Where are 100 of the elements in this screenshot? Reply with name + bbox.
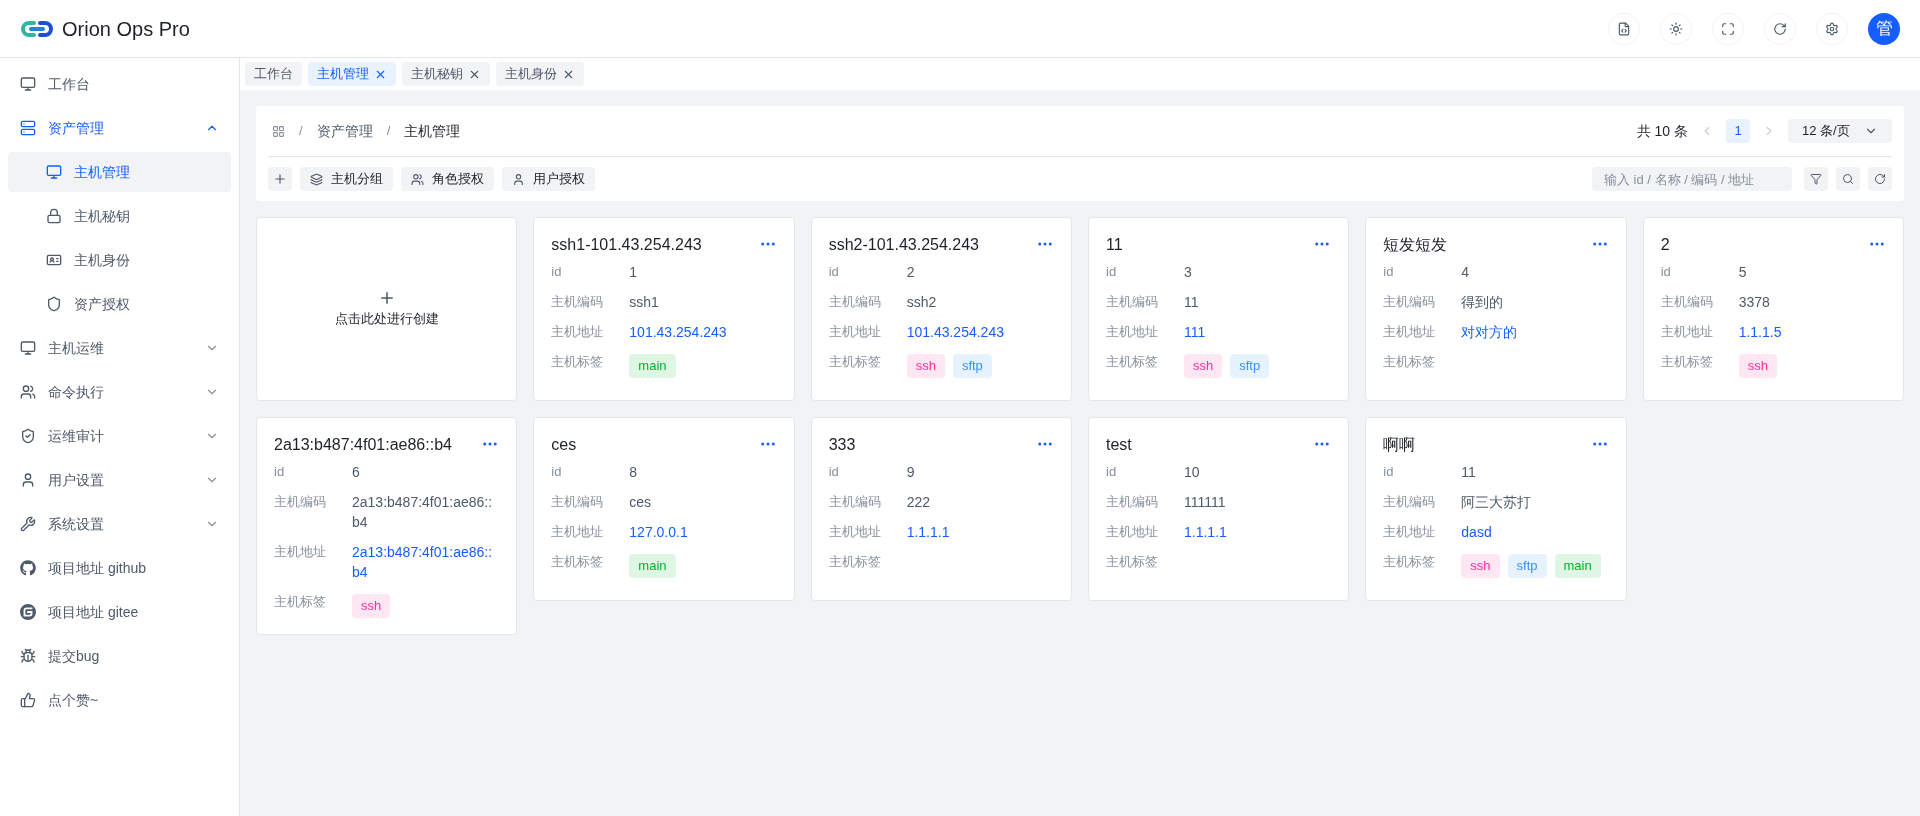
- field-value: 阿三大苏打: [1461, 493, 1532, 512]
- address-link[interactable]: 1.1.1.1: [1184, 522, 1227, 542]
- layers-icon: [310, 172, 323, 186]
- search-field[interactable]: 输入 id / 名称 / 编码 / 地址: [1592, 167, 1792, 191]
- field-label: id: [551, 463, 563, 481]
- field-label: 主机标签: [551, 353, 605, 371]
- field-label: 主机编码: [1660, 293, 1714, 311]
- toolbar-button[interactable]: 主机分组: [300, 167, 393, 191]
- page-tab[interactable]: 主机秘钥: [402, 62, 490, 86]
- field-label: 主机地址: [274, 543, 327, 561]
- field-label: id: [274, 463, 286, 481]
- filter-button[interactable]: [1804, 167, 1828, 191]
- address-link[interactable]: 101.43.254.243: [629, 322, 727, 342]
- breadcrumb-item[interactable]: 资产管理: [316, 120, 373, 142]
- tag: main: [629, 354, 676, 378]
- tag: ssh: [352, 594, 391, 618]
- field-label: 主机标签: [274, 593, 327, 611]
- field-value: 8: [629, 463, 638, 482]
- field-value: 2: [906, 263, 915, 282]
- sidebar-item[interactable]: 工作台: [8, 64, 231, 104]
- field-label: 主机地址: [1106, 523, 1159, 541]
- page-size-select[interactable]: 12 条/页: [1788, 119, 1892, 143]
- field-label: 主机标签: [828, 553, 882, 571]
- sidebar-item[interactable]: 系统设置: [8, 504, 231, 544]
- field-value: 2a13:b487:4f01:ae86::b4: [352, 493, 494, 532]
- monitor-icon: [20, 76, 36, 92]
- sidebar-item[interactable]: 主机运维: [8, 328, 231, 368]
- tag: sftp: [1507, 554, 1547, 578]
- card-title: ssh1-101.43.254.243: [551, 235, 702, 255]
- address-link[interactable]: 1.1.1.5: [1738, 322, 1782, 342]
- total-count: 共 10 条: [1636, 121, 1688, 141]
- field-value: ssh2: [906, 293, 937, 312]
- page-number[interactable]: 1: [1726, 119, 1750, 143]
- field-label: 主机地址: [551, 523, 605, 541]
- thumbs-up-icon: [20, 692, 36, 708]
- address-link[interactable]: 101.43.254.243: [906, 322, 1004, 342]
- server-icon: [20, 120, 36, 136]
- wrench-icon: [20, 516, 36, 532]
- sidebar-item[interactable]: 资产授权: [8, 284, 231, 324]
- field-label: 主机编码: [828, 293, 882, 311]
- field-label: 主机编码: [551, 493, 605, 511]
- sidebar-item[interactable]: 主机身份: [8, 240, 231, 280]
- people-icon: [20, 384, 36, 400]
- toolbar-button[interactable]: 角色授权: [401, 167, 494, 191]
- field-value: 3378: [1738, 293, 1770, 312]
- create-card[interactable]: 点击此处进行创建: [256, 217, 518, 401]
- shield-icon: [46, 296, 62, 312]
- field-label: 主机标签: [1383, 353, 1437, 371]
- sidebar-item[interactable]: 命令执行: [8, 372, 231, 412]
- page-tab[interactable]: 主机身份: [496, 62, 584, 86]
- sidebar-item[interactable]: 项目地址 github: [8, 548, 231, 588]
- field-label: id: [551, 263, 563, 281]
- field-value: 6: [352, 463, 360, 482]
- field-value: 4: [1461, 263, 1470, 282]
- card-title: 11: [1106, 235, 1123, 255]
- sidebar-item[interactable]: 运维审计: [8, 416, 231, 456]
- toolbar-button[interactable]: 用户授权: [502, 167, 595, 191]
- address-link[interactable]: 127.0.0.1: [629, 522, 688, 542]
- card-title: ces: [551, 435, 577, 455]
- address-link[interactable]: 对对方的: [1461, 322, 1518, 342]
- github-icon: [20, 560, 36, 576]
- address-link[interactable]: 2a13:b487:4f01:ae86::b4: [352, 542, 500, 582]
- sidebar-item[interactable]: 点个赞~: [8, 680, 231, 720]
- field-value: 3: [1184, 263, 1192, 282]
- address-link[interactable]: dasd: [1461, 522, 1492, 542]
- field-value: 11: [1461, 463, 1476, 482]
- field-label: 主机编码: [1383, 293, 1437, 311]
- refresh-button[interactable]: [1868, 167, 1892, 191]
- field-label: 主机地址: [828, 523, 882, 541]
- monitor-icon: [46, 164, 62, 180]
- user-avatar[interactable]: 管: [1868, 12, 1900, 45]
- sidebar-item[interactable]: 主机管理: [8, 152, 231, 192]
- field-label: 主机标签: [1106, 353, 1159, 371]
- add-button[interactable]: [268, 167, 292, 191]
- tag: main: [1554, 554, 1601, 578]
- tag: ssh: [1461, 554, 1500, 578]
- card-title: 2a13:b487:4f01:ae86::b4: [274, 435, 452, 455]
- card-title: 333: [828, 435, 856, 455]
- page-tab[interactable]: 工作台: [245, 62, 302, 86]
- field-value: 得到的: [1461, 293, 1504, 312]
- card-title: 2: [1660, 235, 1670, 255]
- field-label: 主机地址: [551, 323, 605, 341]
- tag: ssh: [906, 354, 945, 378]
- tag: sftp: [1230, 354, 1270, 378]
- sidebar-item[interactable]: 资产管理: [8, 108, 231, 148]
- search-button[interactable]: [1836, 167, 1860, 191]
- field-label: 主机标签: [1660, 353, 1714, 371]
- field-label: id: [1660, 263, 1672, 281]
- sidebar-item[interactable]: 用户设置: [8, 460, 231, 500]
- address-link[interactable]: 1.1.1.1: [906, 522, 950, 542]
- field-label: 主机地址: [1660, 323, 1714, 341]
- page-tab[interactable]: 主机管理: [308, 62, 396, 86]
- filter-icon: [1810, 173, 1822, 185]
- field-value: 111111: [1184, 493, 1226, 512]
- sidebar-item[interactable]: 主机秘钥: [8, 196, 231, 236]
- sidebar-item[interactable]: 提交bug: [8, 636, 231, 676]
- address-link[interactable]: 111: [1184, 322, 1206, 342]
- sidebar-item[interactable]: 项目地址 gitee: [8, 592, 231, 632]
- field-label: 主机地址: [1383, 523, 1437, 541]
- lock-icon: [46, 208, 62, 224]
